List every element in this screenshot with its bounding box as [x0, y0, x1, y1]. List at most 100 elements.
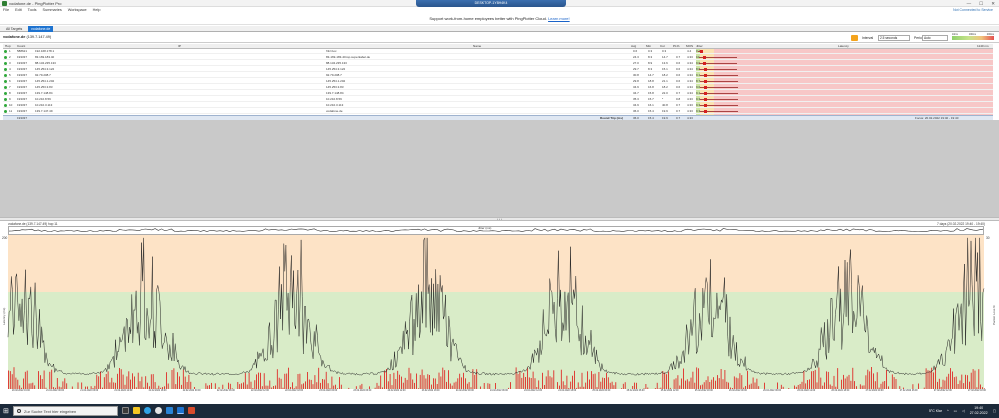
hop-status-icon [4, 68, 7, 71]
packet-loss-bar [955, 376, 957, 389]
packet-loss-bar [829, 384, 831, 389]
x-axis-tick-label: 22.02.2022 06:00 [217, 390, 236, 392]
windows-start-icon[interactable]: ⊞ [3, 407, 9, 415]
packet-loss-bar [446, 381, 447, 389]
maximize-button[interactable]: ☐ [979, 0, 983, 7]
target-ip: (139.7.147.49) [26, 35, 52, 39]
table-row[interactable]: 3 193337 88.134.235.133 88.134.235.133 27.0 8… [3, 61, 993, 66]
packet-loss-bar [722, 379, 724, 389]
packet-loss-bar [837, 368, 839, 389]
clock-date: 27.02.2022 [969, 410, 988, 415]
target-address[interactable]: vodafone.de (139.7.147.49) [3, 35, 51, 39]
packet-loss-bar [361, 383, 363, 389]
taskbar-search[interactable]: Zur Suche Text hier eingeben [13, 406, 118, 416]
table-row[interactable]: 9 193337 10.210.8.59 10.210.8.59 35.3 15.7 * 0.… [3, 97, 993, 102]
packet-loss-bar [433, 378, 434, 389]
packet-loss-bar [440, 376, 442, 389]
packet-loss-bar [933, 372, 934, 389]
hop-pl: 0.6 [676, 73, 681, 77]
latency-marker [703, 74, 707, 77]
y-axis-label: Latency (ms) [2, 308, 6, 325]
latency-timeline-chart[interactable]: 200 30 Latency (ms) Packet Loss % 20.02.… [0, 235, 999, 392]
packet-loss-bar [303, 383, 304, 389]
packet-loss-bar [660, 387, 662, 389]
packet-loss-bar [643, 388, 645, 389]
chevron-up-icon[interactable]: ^ [947, 409, 949, 413]
x-axis-tick-label: 20.02.2022 19:00 [12, 390, 31, 392]
packet-loss-bar [884, 381, 886, 389]
packet-loss-bar [508, 387, 509, 389]
packet-loss-bar [442, 367, 444, 389]
packet-loss-bar [205, 383, 207, 389]
file-explorer-icon[interactable] [133, 407, 140, 414]
table-row[interactable]: 2 193337 83.169.183.40 83-169-183-40.isp.su… [3, 55, 993, 60]
tab-vodafone[interactable]: vodafone.de [28, 26, 54, 32]
app-icon-red[interactable] [188, 407, 195, 414]
table-row[interactable]: 8 193337 139.7.148.84 139.7.148.84 34.7 15.8 2… [3, 91, 993, 96]
remote-session-bar[interactable]: DESKTOP-1Y8H4K4 [416, 0, 566, 7]
hop-count: 193337 [17, 97, 28, 101]
edge-icon[interactable] [144, 407, 151, 414]
packet-loss-bar [327, 383, 329, 389]
packet-loss-bar [668, 371, 669, 389]
packet-loss-bar [938, 378, 940, 389]
hop-status-icon [4, 104, 7, 107]
volume-icon[interactable]: ◁ [962, 409, 965, 413]
packet-loss-bar [134, 376, 135, 389]
tab-all-targets[interactable]: All Targets [3, 26, 25, 32]
packet-loss-bar [811, 371, 812, 389]
packet-loss-bar [733, 376, 735, 389]
packet-loss-bar [788, 388, 790, 389]
packet-loss-bar [137, 372, 139, 389]
pingplotter-icon[interactable] [177, 407, 184, 414]
packet-loss-bar [393, 372, 395, 389]
weather-widget[interactable]: 5°C Klar [929, 409, 942, 413]
packet-loss-bar [254, 380, 256, 389]
packet-loss-bar [211, 382, 212, 389]
clock[interactable]: 19:40 27.02.2022 [970, 406, 988, 415]
interval-select[interactable]: 2.5 seconds [878, 35, 910, 41]
hop-mos: 4.33 [687, 109, 693, 113]
table-row[interactable]: 4 193337 145.254.3.122 145.254.3.122 29.7 8.3… [3, 67, 993, 72]
packet-loss-bar [861, 385, 863, 389]
packet-loss-bar [700, 385, 701, 389]
pane-splitter[interactable]: • • • [0, 217, 999, 221]
table-row[interactable]: 10 193337 10.210.3.113 10.210.3.113 34.9 16.1… [3, 103, 993, 108]
table-row[interactable]: 6 193337 145.254.1.202 145.254.1.202 29.8 18.… [3, 79, 993, 84]
hop-cur: 19.9 [662, 109, 668, 113]
packet-loss-bar [692, 371, 694, 389]
banner-link[interactable]: Learn more! [548, 16, 570, 21]
network-icon[interactable]: ▭ [954, 409, 957, 413]
packet-loss-bar [683, 368, 684, 389]
table-row[interactable]: 5 193337 92.79.208.7 92.79.208.7 30.8 14.7 18.… [3, 73, 993, 78]
jitter-overview[interactable] [8, 226, 984, 235]
packet-loss-bar [912, 384, 914, 389]
packet-loss-bar [782, 386, 784, 389]
packet-loss-bar [794, 385, 795, 389]
pause-button[interactable] [851, 35, 858, 41]
store-icon[interactable] [166, 407, 173, 414]
packet-loss-bar [549, 376, 551, 389]
hop-mos: 4.4 [687, 49, 692, 53]
close-button[interactable]: ✕ [991, 0, 995, 7]
packet-loss-bar [621, 388, 622, 389]
hop-cur: 15.1 [662, 67, 668, 71]
packet-loss-bar [972, 369, 974, 389]
period-select[interactable]: Auto [922, 35, 948, 41]
packet-loss-bar [918, 383, 919, 389]
search-placeholder: Zur Suche Text hier eingeben [24, 409, 77, 414]
notification-icon[interactable]: ▢ [993, 409, 996, 413]
table-row[interactable]: 7 193337 145.253.3.83 145.253.3.83 34.9 16.8 1… [3, 85, 993, 90]
minimize-button[interactable]: — [967, 0, 972, 7]
packet-loss-bar [290, 387, 291, 389]
packet-loss-bar [419, 374, 421, 389]
table-row[interactable]: 11 193337 139.7.147.49 vodafone.de 36.0 15.4 1… [3, 109, 993, 114]
packet-loss-bar [709, 382, 711, 389]
packet-loss-bar [56, 378, 58, 389]
table-row[interactable]: 1 588621 192.168.178.1 fritz.box 0.6 0.3 0.3 4.… [3, 49, 993, 54]
packet-loss-bar [71, 386, 73, 389]
hop-name: 145.254.3.122 [326, 67, 346, 71]
task-view-icon[interactable] [122, 407, 129, 414]
chrome-icon[interactable] [155, 407, 162, 414]
packet-loss-bar [735, 377, 737, 389]
